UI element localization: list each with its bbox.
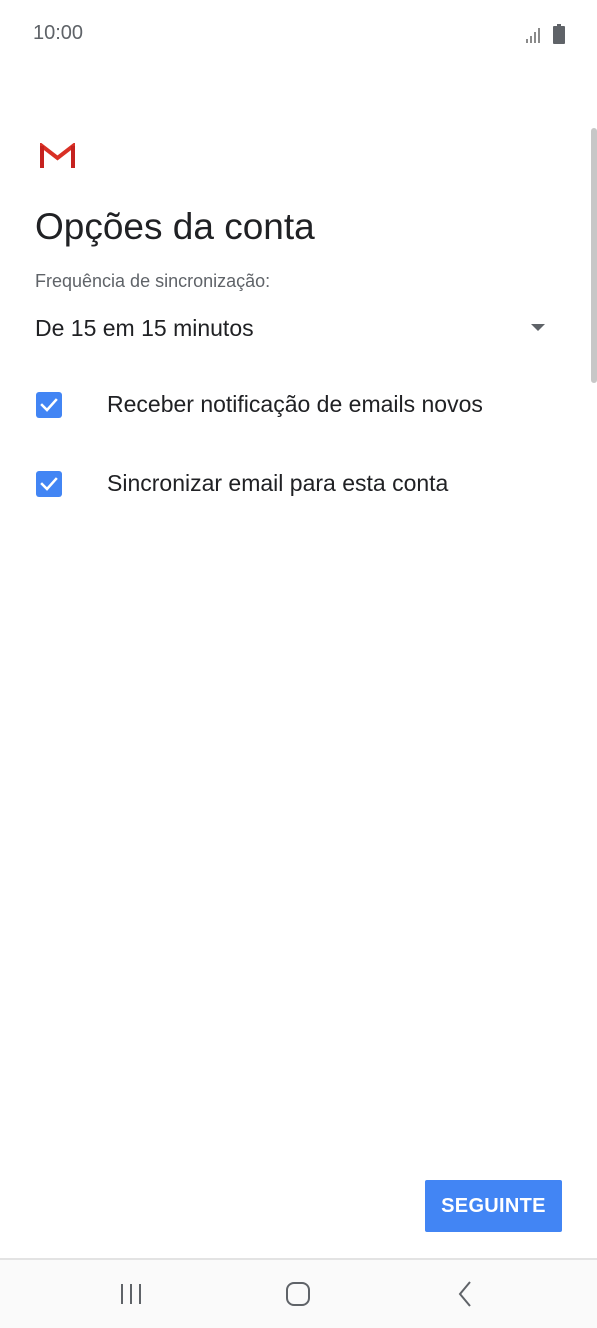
sync-frequency-label: Frequência de sincronização: — [35, 271, 271, 291]
check-icon — [40, 477, 58, 491]
status-bar: 10:00 — [0, 0, 597, 70]
scrollbar[interactable] — [591, 128, 597, 383]
back-button[interactable] — [435, 1274, 495, 1314]
option-sync-email[interactable]: Sincronizar email para esta conta — [0, 454, 597, 514]
home-icon — [286, 1282, 310, 1306]
option-label: Receber notificação de emails novos — [107, 391, 483, 417]
option-new-email-notification[interactable]: Receber notificação de emails novos — [0, 375, 597, 435]
check-icon — [40, 398, 58, 412]
sync-frequency-value: De 15 em 15 minutos — [35, 315, 254, 341]
recents-icon — [121, 1284, 141, 1304]
battery-icon — [553, 24, 565, 44]
dropdown-arrow-icon — [531, 324, 545, 331]
home-button[interactable] — [268, 1274, 328, 1314]
notification-checkbox[interactable] — [36, 392, 62, 418]
page-title: Opções da conta — [35, 206, 315, 247]
status-time: 10:00 — [33, 22, 84, 44]
option-label: Sincronizar email para esta conta — [107, 470, 449, 496]
gmail-icon — [40, 143, 75, 169]
next-button[interactable]: SEGUINTE — [425, 1180, 562, 1232]
screen: 10:00 Opções da conta Frequência de sinc… — [0, 0, 597, 1328]
back-icon — [458, 1281, 471, 1307]
signal-icon — [526, 28, 540, 43]
navigation-bar — [0, 1260, 597, 1328]
sync-email-checkbox[interactable] — [36, 471, 62, 497]
sync-frequency-dropdown[interactable]: De 15 em 15 minutos — [35, 305, 555, 353]
recents-button[interactable] — [101, 1274, 161, 1314]
